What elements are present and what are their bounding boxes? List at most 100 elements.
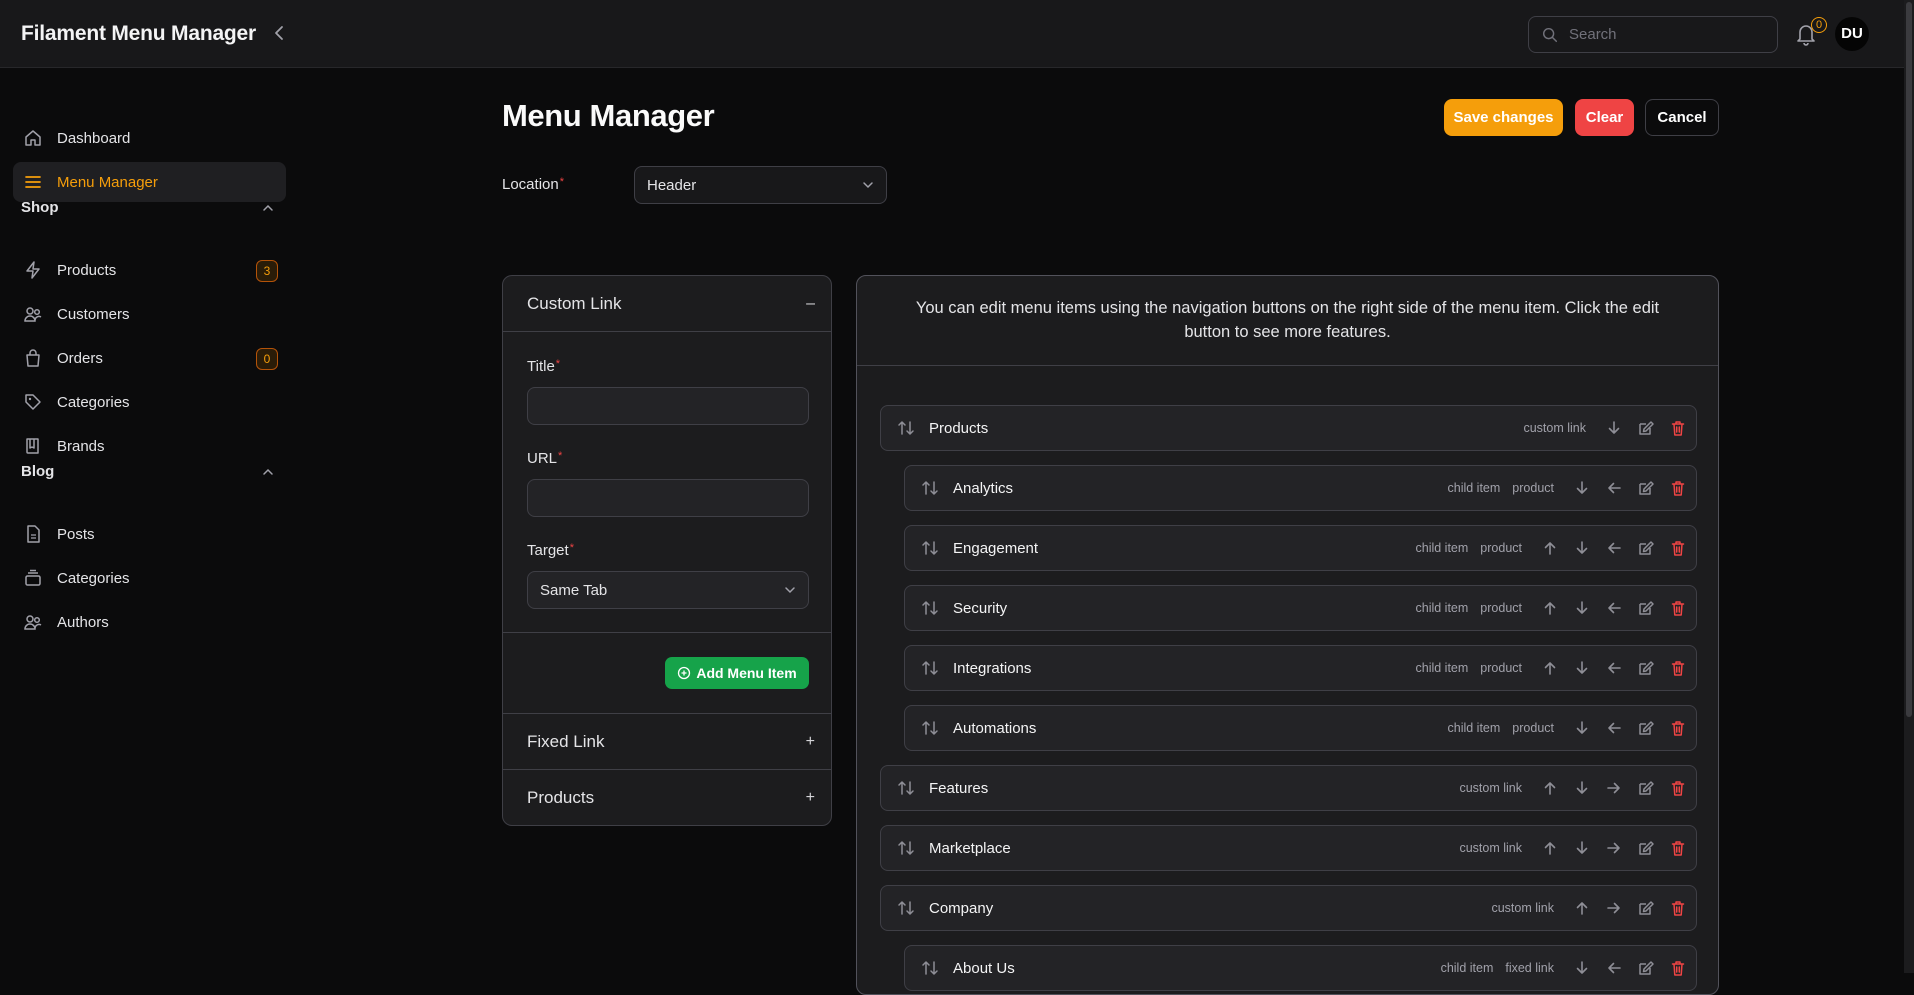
move-up-icon[interactable]	[1572, 898, 1592, 918]
trash-icon[interactable]	[1668, 718, 1688, 738]
drag-handle-icon[interactable]	[897, 779, 915, 797]
menu-item-row[interactable]: Products custom link	[880, 405, 1697, 451]
trash-icon[interactable]	[1668, 658, 1688, 678]
edit-icon[interactable]	[1636, 718, 1656, 738]
url-field[interactable]	[527, 479, 809, 517]
edit-icon[interactable]	[1636, 838, 1656, 858]
menu-item-row[interactable]: Engagement child item product	[904, 525, 1697, 571]
location-select[interactable]: Header	[634, 166, 887, 204]
drag-handle-icon[interactable]	[921, 719, 939, 737]
move-down-icon[interactable]	[1572, 478, 1592, 498]
sidebar-group-blog[interactable]: Blog	[21, 463, 54, 480]
menu-item-row[interactable]: Company custom link	[880, 885, 1697, 931]
custom-link-accordion-header[interactable]: Custom Link –	[503, 276, 831, 331]
move-down-icon[interactable]	[1604, 418, 1624, 438]
menu-item-row[interactable]: Security child item product	[904, 585, 1697, 631]
outdent-icon[interactable]	[1604, 958, 1624, 978]
collapse-sidebar-button[interactable]	[272, 22, 292, 46]
move-down-icon[interactable]	[1572, 598, 1592, 618]
menu-item-row[interactable]: Marketplace custom link	[880, 825, 1697, 871]
user-avatar[interactable]: DU	[1835, 17, 1869, 51]
trash-icon[interactable]	[1668, 958, 1688, 978]
drag-handle-icon[interactable]	[897, 419, 915, 437]
menu-item-label: Features	[929, 779, 989, 797]
trash-icon[interactable]	[1668, 838, 1688, 858]
fixed-link-accordion-header[interactable]: Fixed Link +	[503, 714, 831, 769]
sidebar-item-shop-categories[interactable]: Categories	[13, 382, 286, 422]
indent-icon[interactable]	[1604, 898, 1624, 918]
plus-circle-icon	[678, 666, 691, 680]
target-select[interactable]: Same Tab	[527, 571, 809, 609]
drag-handle-icon[interactable]	[921, 659, 939, 677]
move-down-icon[interactable]	[1572, 838, 1592, 858]
edit-icon[interactable]	[1636, 778, 1656, 798]
drag-handle-icon[interactable]	[921, 599, 939, 617]
indent-icon[interactable]	[1604, 778, 1624, 798]
edit-icon[interactable]	[1636, 958, 1656, 978]
edit-icon[interactable]	[1636, 898, 1656, 918]
sidebar-item-posts[interactable]: Posts	[13, 514, 286, 554]
sidebar-item-brands[interactable]: Brands	[13, 426, 286, 466]
sidebar-item-orders[interactable]: Orders 0	[13, 338, 286, 378]
trash-icon[interactable]	[1668, 898, 1688, 918]
trash-icon[interactable]	[1668, 418, 1688, 438]
outdent-icon[interactable]	[1604, 718, 1624, 738]
edit-icon[interactable]	[1636, 538, 1656, 558]
sidebar-item-dashboard[interactable]: Dashboard	[13, 118, 286, 158]
menu-item-row[interactable]: Integrations child item product	[904, 645, 1697, 691]
move-up-icon[interactable]	[1540, 838, 1560, 858]
move-up-icon[interactable]	[1540, 598, 1560, 618]
clear-button[interactable]: Clear	[1575, 99, 1634, 136]
sidebar-item-blog-categories[interactable]: Categories	[13, 558, 286, 598]
drag-handle-icon[interactable]	[921, 959, 939, 977]
sidebar-item-authors[interactable]: Authors	[13, 602, 286, 642]
products-count-badge: 3	[256, 260, 278, 282]
chevron-up-icon[interactable]	[262, 202, 274, 214]
outdent-icon[interactable]	[1604, 658, 1624, 678]
drag-handle-icon[interactable]	[921, 479, 939, 497]
outdent-icon[interactable]	[1604, 478, 1624, 498]
edit-icon[interactable]	[1636, 598, 1656, 618]
top-bar: Filament Menu Manager Search 0 DU	[0, 0, 1914, 68]
drag-handle-icon[interactable]	[897, 839, 915, 857]
trash-icon[interactable]	[1668, 778, 1688, 798]
sidebar-item-customers[interactable]: Customers	[13, 294, 286, 334]
sidebar-group-shop[interactable]: Shop	[21, 199, 59, 216]
move-down-icon[interactable]	[1572, 658, 1592, 678]
outdent-icon[interactable]	[1604, 598, 1624, 618]
scrollbar-thumb[interactable]	[1906, 2, 1912, 717]
move-down-icon[interactable]	[1572, 718, 1592, 738]
trash-icon[interactable]	[1668, 538, 1688, 558]
brand-title[interactable]: Filament Menu Manager	[21, 22, 256, 46]
move-up-icon[interactable]	[1540, 778, 1560, 798]
stack-icon	[22, 567, 44, 589]
trash-icon[interactable]	[1668, 478, 1688, 498]
move-down-icon[interactable]	[1572, 778, 1592, 798]
page-scrollbar[interactable]	[1904, 0, 1914, 973]
move-down-icon[interactable]	[1572, 958, 1592, 978]
menu-item-row[interactable]: Analytics child item product	[904, 465, 1697, 511]
title-field[interactable]	[527, 387, 809, 425]
drag-handle-icon[interactable]	[897, 899, 915, 917]
trash-icon[interactable]	[1668, 598, 1688, 618]
move-up-icon[interactable]	[1540, 538, 1560, 558]
edit-icon[interactable]	[1636, 478, 1656, 498]
outdent-icon[interactable]	[1604, 538, 1624, 558]
edit-icon[interactable]	[1636, 418, 1656, 438]
edit-icon[interactable]	[1636, 658, 1656, 678]
sidebar-item-menu-manager[interactable]: Menu Manager	[13, 162, 286, 202]
move-up-icon[interactable]	[1540, 658, 1560, 678]
menu-item-row[interactable]: Features custom link	[880, 765, 1697, 811]
menu-item-row[interactable]: Automations child item product	[904, 705, 1697, 751]
save-changes-button[interactable]: Save changes	[1444, 99, 1563, 136]
drag-handle-icon[interactable]	[921, 539, 939, 557]
products-accordion-header[interactable]: Products +	[503, 770, 831, 825]
search-input[interactable]: Search	[1528, 16, 1778, 53]
add-menu-item-button[interactable]: Add Menu Item	[665, 657, 809, 689]
menu-item-row[interactable]: About Us child item fixed link	[904, 945, 1697, 991]
chevron-up-icon[interactable]	[262, 466, 274, 478]
move-down-icon[interactable]	[1572, 538, 1592, 558]
indent-icon[interactable]	[1604, 838, 1624, 858]
sidebar-item-products[interactable]: Products 3	[13, 250, 286, 290]
cancel-button[interactable]: Cancel	[1645, 99, 1719, 136]
